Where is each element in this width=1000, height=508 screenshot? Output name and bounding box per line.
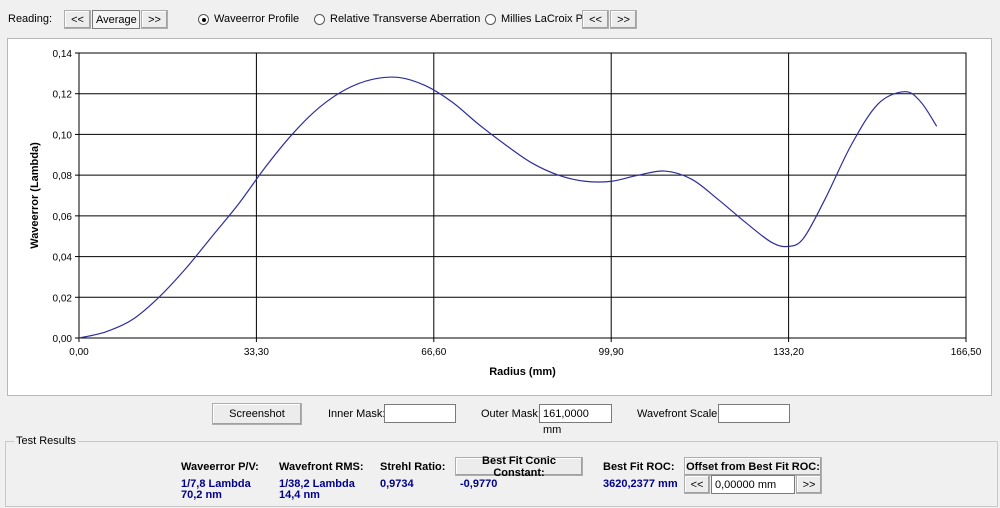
radio-waveerror-profile[interactable] [198,14,209,25]
pv-label: Waveerror P/V: [181,461,259,473]
y-tick-label: 0,12 [53,90,73,101]
offset-roc-button[interactable]: Offset from Best Fit ROC: [684,457,822,476]
mode-label-waveerror[interactable]: Waveerror Profile [214,13,299,25]
x-tick-label: 166,50 [951,347,982,358]
waveerror-chart: 0,00 0,02 0,04 0,06 0,08 0,10 0,12 0,14 0,00 33,3… [29,49,982,378]
best-fit-conic-button[interactable]: Best Fit Conic Constant: [455,455,583,479]
mode-label-millies[interactable]: Millies LaCroix Plot [501,13,595,25]
y-tick-label: 0,00 [53,334,73,345]
pv-nm-value: 70,2 nm [181,489,222,501]
roc-label: Best Fit ROC: [603,461,675,473]
mode-label-transverse[interactable]: Relative Transverse Aberration [330,13,480,25]
chart-panel: 0,00 0,02 0,04 0,06 0,08 0,10 0,12 0,14 0,00 33,3… [7,38,992,396]
wavefront-scale-label: Wavefront Scale: [637,408,721,420]
rms-nm-value: 14,4 nm [279,489,320,501]
x-axis-label: Radius (mm) [489,366,556,378]
x-tick-label: 33,30 [244,347,269,358]
inner-mask-label: Inner Mask: [328,408,386,420]
roc-value: 3620,2377 mm [603,478,678,490]
rms-label: Wavefront RMS: [279,461,364,473]
test-results-title: Test Results [14,435,78,447]
reading-value-field[interactable]: Average [92,10,140,29]
plot-next-button[interactable]: >> [610,10,637,29]
reading-prev-button[interactable]: << [64,10,91,29]
plot-prev-button[interactable]: << [582,10,609,29]
screenshot-button[interactable]: Screenshot [212,403,302,425]
offset-value-input[interactable]: 0,00000 mm [711,475,795,494]
y-tick-label: 0,04 [53,253,73,264]
outer-mask-label: Outer Mask: [481,408,541,420]
strehl-value: 0,9734 [380,478,414,490]
y-tick-label: 0,02 [53,293,73,304]
y-axis-label: Waveerror (Lambda) [29,142,41,249]
inner-mask-input[interactable] [384,404,456,423]
plot-frame [78,52,967,339]
x-tick-label: 66,60 [421,347,446,358]
x-tick-label: 0,00 [69,347,89,358]
offset-prev-button[interactable]: << [684,475,710,494]
y-tick-label: 0,06 [53,212,73,223]
outer-mask-input[interactable]: 161,0000 mm [539,404,612,436]
x-tick-label: 99,90 [599,347,624,358]
reading-label: Reading: [8,13,53,25]
y-tick-label: 0,08 [53,171,73,182]
radio-transverse-aberration[interactable] [314,14,325,25]
conic-value: -0,9770 [460,478,498,490]
radio-millies-lacroix[interactable] [485,14,496,25]
reading-next-button[interactable]: >> [141,10,168,29]
y-tick-label: 0,10 [53,130,73,141]
y-tick-label: 0,14 [53,49,73,60]
x-tick-label: 133,20 [773,347,804,358]
offset-next-button[interactable]: >> [796,475,822,494]
wavefront-scale-input[interactable] [718,404,790,423]
strehl-label: Strehl Ratio: [380,461,446,473]
